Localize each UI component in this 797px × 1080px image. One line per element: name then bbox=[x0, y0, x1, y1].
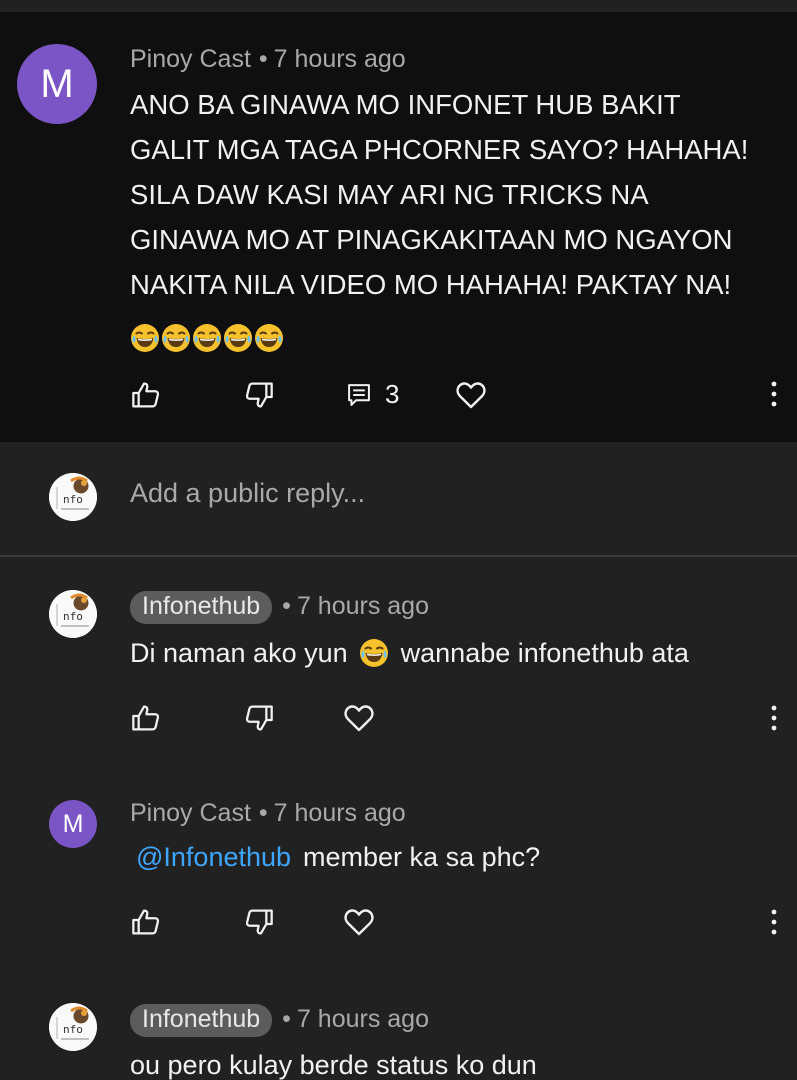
avatar-letter: M bbox=[40, 61, 74, 106]
user-avatar[interactable]: nfo bbox=[49, 473, 97, 521]
avatar-logo-text: nfo bbox=[63, 493, 83, 506]
avatar[interactable]: M bbox=[49, 800, 97, 848]
avatar[interactable]: nfo bbox=[49, 590, 97, 638]
timestamp[interactable]: 7 hours ago bbox=[297, 592, 429, 620]
heart-icon bbox=[342, 701, 376, 735]
thumbs-up-icon bbox=[130, 379, 162, 411]
laughing-emoji-icon bbox=[223, 323, 253, 353]
reply-text: @Infonethub member ka sa phc? bbox=[136, 842, 540, 873]
like-button[interactable] bbox=[130, 379, 162, 411]
timestamp[interactable]: 7 hours ago bbox=[297, 1005, 429, 1033]
heart-button[interactable] bbox=[342, 905, 376, 939]
author-name[interactable]: Pinoy Cast bbox=[130, 799, 251, 827]
separator-dot: • bbox=[258, 799, 268, 827]
reply-text-part: wannabe infonethub ata bbox=[400, 638, 689, 668]
author-name[interactable]: Pinoy Cast bbox=[130, 45, 251, 73]
mention-link[interactable]: @Infonethub bbox=[136, 842, 291, 872]
more-options-button[interactable] bbox=[770, 380, 778, 408]
heart-icon bbox=[342, 905, 376, 939]
reply-meta: Pinoy Cast • 7 hours ago bbox=[130, 799, 406, 828]
reply-input[interactable]: Add a public reply... bbox=[130, 478, 365, 509]
reply-text-part: Di naman ako yun bbox=[130, 638, 348, 668]
dislike-button[interactable] bbox=[243, 702, 275, 734]
more-vert-icon bbox=[770, 380, 778, 408]
thumbs-down-icon bbox=[243, 906, 275, 938]
reply-meta: Infonethub • 7 hours ago bbox=[130, 591, 429, 624]
author-chip[interactable]: Infonethub bbox=[130, 591, 273, 624]
thumbs-up-icon bbox=[130, 702, 162, 734]
like-button[interactable] bbox=[130, 702, 162, 734]
author-chip[interactable]: Infonethub bbox=[130, 1004, 273, 1037]
heart-button[interactable] bbox=[342, 701, 376, 735]
comment-icon bbox=[345, 381, 373, 409]
reply-count: 3 bbox=[385, 379, 400, 409]
comment-line: ANO BA GINAWA MO INFONET HUB BAKIT bbox=[130, 89, 681, 120]
comment-line: GINAWA MO AT PINAGKAKITAAN MO NGAYON bbox=[130, 224, 733, 255]
dislike-button[interactable] bbox=[243, 379, 275, 411]
avatar-logo-text: nfo bbox=[63, 1023, 83, 1036]
laughing-emoji-icon bbox=[254, 323, 284, 353]
like-button[interactable] bbox=[130, 906, 162, 938]
reply-meta: Infonethub • 7 hours ago bbox=[130, 1004, 429, 1037]
thumbs-down-icon bbox=[243, 702, 275, 734]
laughing-emoji-icon bbox=[161, 323, 191, 353]
heart-button[interactable] bbox=[454, 378, 488, 412]
laughing-emoji-icon bbox=[130, 323, 160, 353]
timestamp[interactable]: 7 hours ago bbox=[274, 799, 406, 827]
more-options-button[interactable] bbox=[770, 908, 778, 936]
laughing-emoji-icon bbox=[192, 323, 222, 353]
timestamp[interactable]: 7 hours ago bbox=[274, 45, 406, 73]
heart-icon bbox=[454, 378, 488, 412]
avatar-letter: M bbox=[62, 809, 84, 838]
replies-button[interactable]: 3 bbox=[345, 379, 399, 410]
dislike-button[interactable] bbox=[243, 906, 275, 938]
comment-meta: Pinoy Cast • 7 hours ago bbox=[130, 45, 406, 74]
reply-text-part: member ka sa phc? bbox=[303, 842, 541, 872]
avatar-logo-text: nfo bbox=[63, 610, 83, 623]
laughing-emoji-icon bbox=[359, 638, 389, 668]
more-options-button[interactable] bbox=[770, 704, 778, 732]
main-comment: M Pinoy Cast • 7 hours ago ANO BA GINAWA M… bbox=[0, 12, 797, 442]
separator-dot: • bbox=[282, 592, 291, 620]
top-strip bbox=[0, 0, 797, 12]
comment-line: NAKITA NILA VIDEO MO HAHAHA! PAKTAY NA! bbox=[130, 269, 732, 300]
reply-text: Di naman ako yun wannabe infonethub ata bbox=[130, 638, 689, 669]
avatar[interactable]: M bbox=[17, 44, 97, 124]
comment-line: GALIT MGA TAGA PHCORNER SAYO? HAHAHA! bbox=[130, 134, 749, 165]
separator-dot: • bbox=[282, 1005, 291, 1033]
thumbs-up-icon bbox=[130, 906, 162, 938]
more-vert-icon bbox=[770, 704, 778, 732]
comment-line: SILA DAW KASI MAY ARI NG TRICKS NA bbox=[130, 179, 649, 210]
avatar[interactable]: nfo bbox=[49, 1003, 97, 1051]
more-vert-icon bbox=[770, 908, 778, 936]
comment-text: ANO BA GINAWA MO INFONET HUB BAKIT GALIT… bbox=[130, 82, 790, 352]
separator-dot: • bbox=[258, 45, 268, 73]
reply-text: ou pero kulay berde status ko dun bbox=[130, 1050, 537, 1080]
divider bbox=[0, 555, 797, 557]
thumbs-down-icon bbox=[243, 379, 275, 411]
emoji-row bbox=[130, 307, 790, 352]
